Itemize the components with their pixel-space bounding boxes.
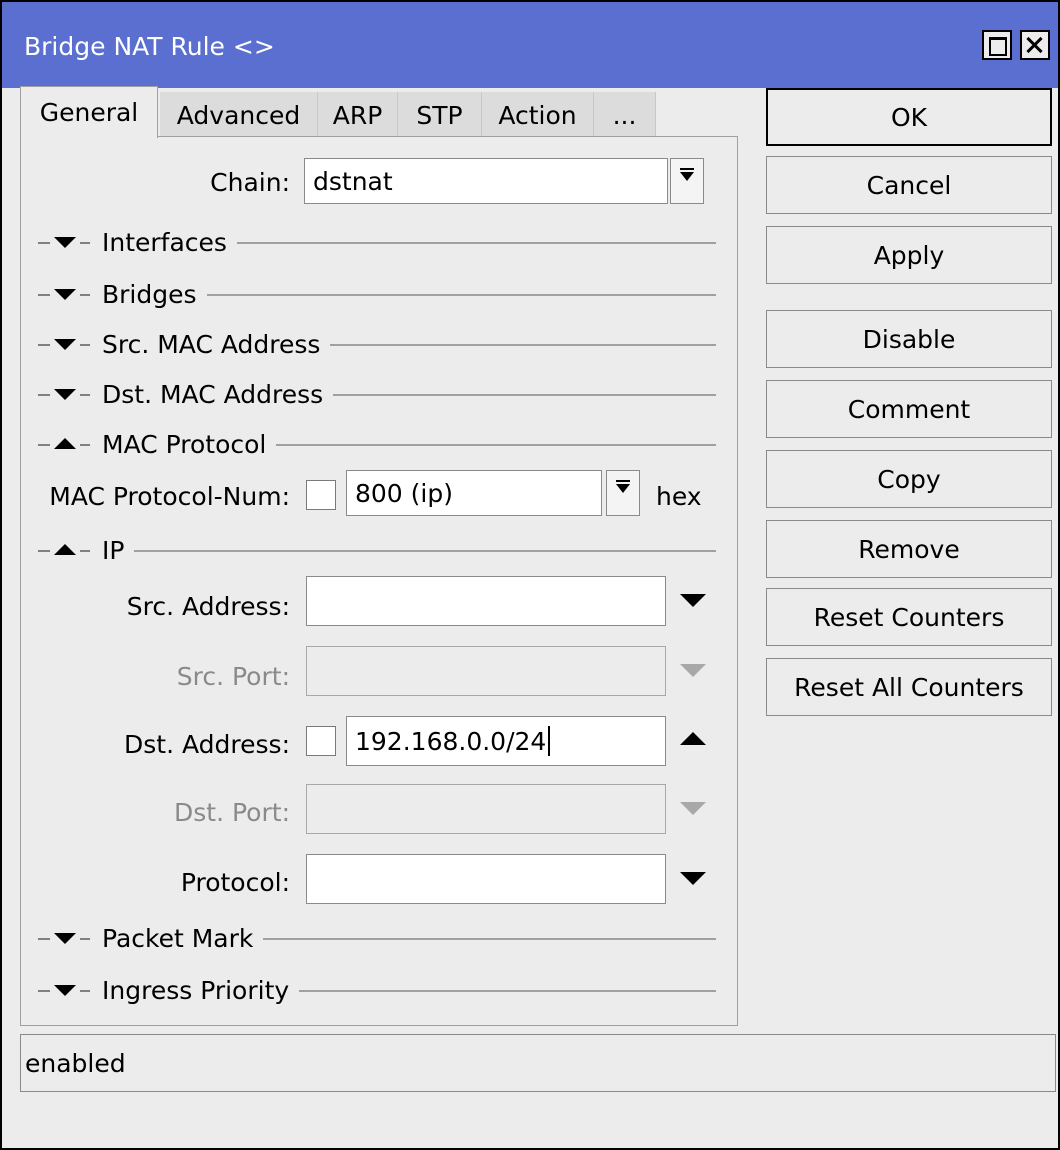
src-port-input[interactable] [306, 646, 666, 696]
section-ip[interactable]: IP [20, 536, 716, 566]
title-bar[interactable]: Bridge NAT Rule <> [2, 2, 1058, 88]
maximize-icon[interactable] [982, 30, 1012, 60]
src-address-input[interactable] [306, 576, 666, 626]
collapse-icon [54, 544, 76, 555]
expand-src-address-icon[interactable] [680, 594, 706, 607]
dst-address-value: 192.168.0.0/24 [355, 726, 547, 756]
status-text: enabled [20, 1034, 1056, 1092]
section-interfaces[interactable]: Interfaces [20, 228, 716, 258]
expand-dst-port-icon[interactable] [680, 802, 706, 815]
cancel-button[interactable]: Cancel [766, 156, 1052, 214]
section-ingress-priority[interactable]: Ingress Priority [20, 976, 716, 1006]
section-bridges[interactable]: Bridges [20, 280, 716, 310]
status-bar: enabled [20, 1028, 1058, 1148]
dst-address-label: Dst. Address: [124, 730, 290, 759]
src-port-label: Src. Port: [176, 662, 290, 691]
section-dst-mac-address[interactable]: Dst. MAC Address [20, 380, 716, 410]
tab-general[interactable]: General [20, 86, 158, 138]
collapse-dst-address-icon[interactable] [680, 732, 706, 745]
tab-arp[interactable]: ARP [318, 92, 398, 138]
bridge-nat-rule-window: Bridge NAT Rule <> General Advanced ARP … [0, 0, 1060, 1150]
apply-button[interactable]: Apply [766, 226, 1052, 284]
mac-protocol-num-input[interactable]: 800 (ip) [346, 470, 602, 516]
expand-icon [54, 237, 76, 248]
mac-protocol-dropdown-button[interactable] [606, 470, 640, 516]
expand-icon [54, 985, 76, 996]
tab-stp[interactable]: STP [398, 92, 482, 138]
expand-icon [54, 339, 76, 350]
tab-action[interactable]: Action [482, 92, 594, 138]
mac-protocol-negate-checkbox[interactable] [306, 480, 336, 510]
reset-counters-button[interactable]: Reset Counters [766, 588, 1052, 646]
expand-src-port-icon[interactable] [680, 664, 706, 677]
copy-button[interactable]: Copy [766, 450, 1052, 508]
section-packet-mark[interactable]: Packet Mark [20, 924, 716, 954]
text-caret [548, 726, 551, 756]
hex-label: hex [656, 482, 702, 511]
dst-address-negate-checkbox[interactable] [306, 726, 336, 756]
expand-icon [54, 389, 76, 400]
mac-protocol-num-label: MAC Protocol-Num: [49, 482, 290, 511]
expand-protocol-icon[interactable] [680, 872, 706, 885]
tab-more[interactable]: ... [594, 92, 656, 138]
expand-icon [54, 289, 76, 300]
chain-label: Chain: [210, 168, 290, 197]
dst-port-input[interactable] [306, 784, 666, 834]
dst-address-input[interactable]: 192.168.0.0/24 [346, 716, 666, 766]
comment-button[interactable]: Comment [766, 380, 1052, 438]
collapse-icon [54, 438, 76, 449]
window-title: Bridge NAT Rule <> [24, 32, 275, 61]
section-mac-protocol[interactable]: MAC Protocol [20, 430, 716, 460]
remove-button[interactable]: Remove [766, 520, 1052, 578]
chain-input[interactable]: dstnat [304, 158, 668, 204]
close-icon[interactable] [1020, 30, 1050, 60]
expand-icon [54, 933, 76, 944]
chevron-down-icon [616, 484, 630, 493]
section-src-mac-address[interactable]: Src. MAC Address [20, 330, 716, 360]
disable-button[interactable]: Disable [766, 310, 1052, 368]
dropdown-bar-icon [616, 480, 630, 482]
reset-all-counters-button[interactable]: Reset All Counters [766, 658, 1052, 716]
protocol-input[interactable] [306, 854, 666, 904]
dst-port-label: Dst. Port: [174, 798, 290, 827]
ok-button[interactable]: OK [766, 88, 1052, 146]
src-address-label: Src. Address: [126, 592, 290, 621]
dropdown-bar-icon [680, 168, 694, 170]
protocol-label: Protocol: [180, 868, 290, 897]
chevron-down-icon [680, 172, 694, 181]
tab-advanced[interactable]: Advanced [160, 92, 318, 138]
chain-dropdown-button[interactable] [670, 158, 704, 204]
